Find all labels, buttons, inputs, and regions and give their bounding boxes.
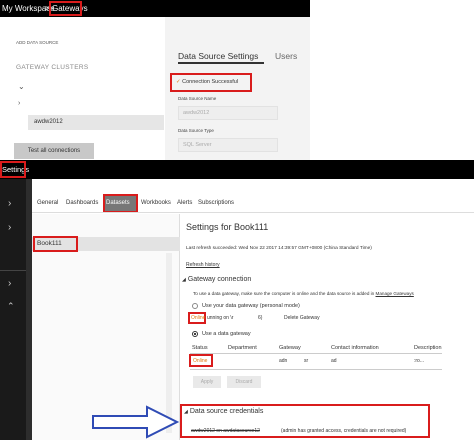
selected-source-row[interactable]: awdw2012 — [28, 115, 164, 130]
col-status: Status — [192, 345, 208, 351]
chevron-right-icon[interactable]: › — [8, 198, 11, 209]
gateway-row-description: :ro... — [414, 358, 425, 364]
settings-header-bar: Settings — [0, 160, 474, 179]
highlight-gateways — [49, 1, 82, 16]
gateway-connection-header[interactable]: ◢ Gateway connection — [182, 276, 251, 283]
credentials-note: (admin has granted access, credentials a… — [281, 428, 407, 434]
data-source-name-label: Data Source Name — [178, 96, 217, 101]
table-header-divider — [190, 353, 442, 354]
tab-workbooks[interactable]: Workbooks — [141, 200, 171, 206]
tab-users[interactable]: Users — [275, 51, 297, 61]
collapse-icon: ◢ — [184, 409, 188, 415]
tab-dashboards[interactable]: Dashboards — [66, 200, 98, 206]
collapse-icon: ◢ — [182, 277, 186, 283]
connection-status-text: Connection Successful — [182, 79, 239, 85]
gateway-row-contact: ad — [331, 358, 337, 364]
chevron-up-icon[interactable]: ⌃ — [7, 301, 15, 312]
connection-status: ✓ Connection Successful — [176, 79, 238, 85]
nav-divider — [0, 270, 26, 271]
table-row-divider — [190, 369, 442, 370]
data-source-type-field[interactable]: SQL Server — [178, 138, 278, 152]
gateway-row-status: Online — [193, 358, 208, 364]
credentials-header[interactable]: ◢ Data source credentials — [184, 408, 263, 415]
check-icon: ✓ — [176, 79, 181, 85]
running-on-text: unning on \r — [207, 315, 234, 321]
data-source-name-field[interactable]: awdw2012 — [178, 106, 278, 120]
apply-button[interactable]: Apply — [193, 376, 221, 388]
row-number-text: 6) — [258, 315, 263, 321]
personal-online-status: Online — [191, 315, 206, 321]
last-refresh-text: Last refresh succeeded: Wed Nov 22 2017 … — [186, 246, 372, 251]
discard-button[interactable]: Discard — [227, 376, 261, 388]
gateway-description: To use a data gateway, make sure the com… — [193, 291, 414, 296]
credentials-source-text: awdw2012 on awdatasource12 — [191, 428, 260, 434]
arrow-icon — [92, 405, 180, 439]
top-header-bar: My Workspace > Gateways — [0, 0, 310, 17]
chevron-right-icon[interactable]: › — [8, 278, 11, 289]
chevron-down-icon[interactable]: ⌄ — [18, 82, 25, 91]
gateway-description-text: To use a data gateway, make sure the com… — [193, 291, 375, 296]
gateway-clusters-heading: GATEWAY CLUSTERS — [16, 64, 89, 71]
tab-subscriptions[interactable]: Subscriptions — [198, 200, 234, 206]
personal-mode-label: Use your data gateway (personal mode) — [202, 303, 300, 309]
personal-mode-radio[interactable] — [192, 303, 198, 309]
gateway-row-gateway-suffix: sr — [304, 358, 309, 364]
test-all-connections-button[interactable]: Test all connections — [14, 143, 94, 159]
chevron-right-icon[interactable]: › — [8, 222, 11, 233]
col-gateway: Gateway — [279, 345, 301, 351]
gateway-row-gateway: adn — [279, 358, 288, 364]
add-data-source-link[interactable]: ADD DATA SOURCE — [16, 40, 58, 45]
col-description: Description — [414, 345, 442, 351]
chevron-right-icon[interactable]: › — [18, 100, 20, 107]
tab-general[interactable]: General — [37, 200, 58, 206]
manage-gateways-link[interactable]: Manage Gateways — [376, 291, 414, 296]
data-source-type-label: Data Source Type — [178, 128, 214, 133]
col-department: Department — [228, 345, 257, 351]
highlight-settings — [0, 161, 26, 178]
selected-source-label: awdw2012 — [34, 119, 63, 125]
gateway-connection-label: Gateway connection — [187, 276, 252, 283]
tabs-divider — [32, 212, 474, 213]
tab-data-source-settings[interactable]: Data Source Settings — [178, 51, 258, 61]
dataset-settings-title: Settings for Book111 — [186, 222, 269, 232]
dataset-book111[interactable]: Book111 — [37, 240, 62, 247]
use-gateway-label: Use a data gateway — [202, 331, 251, 337]
credentials-label: Data source credentials — [189, 408, 264, 415]
use-gateway-radio[interactable] — [192, 331, 198, 337]
col-contact: Contact information — [331, 345, 379, 351]
refresh-history-link[interactable]: Refresh history — [186, 262, 220, 268]
delete-gateway-link[interactable]: Delete Gateway — [284, 315, 320, 321]
tab-alerts[interactable]: Alerts — [177, 200, 192, 206]
active-tab-underline — [178, 62, 264, 64]
highlight-datasets-tab — [103, 194, 138, 213]
